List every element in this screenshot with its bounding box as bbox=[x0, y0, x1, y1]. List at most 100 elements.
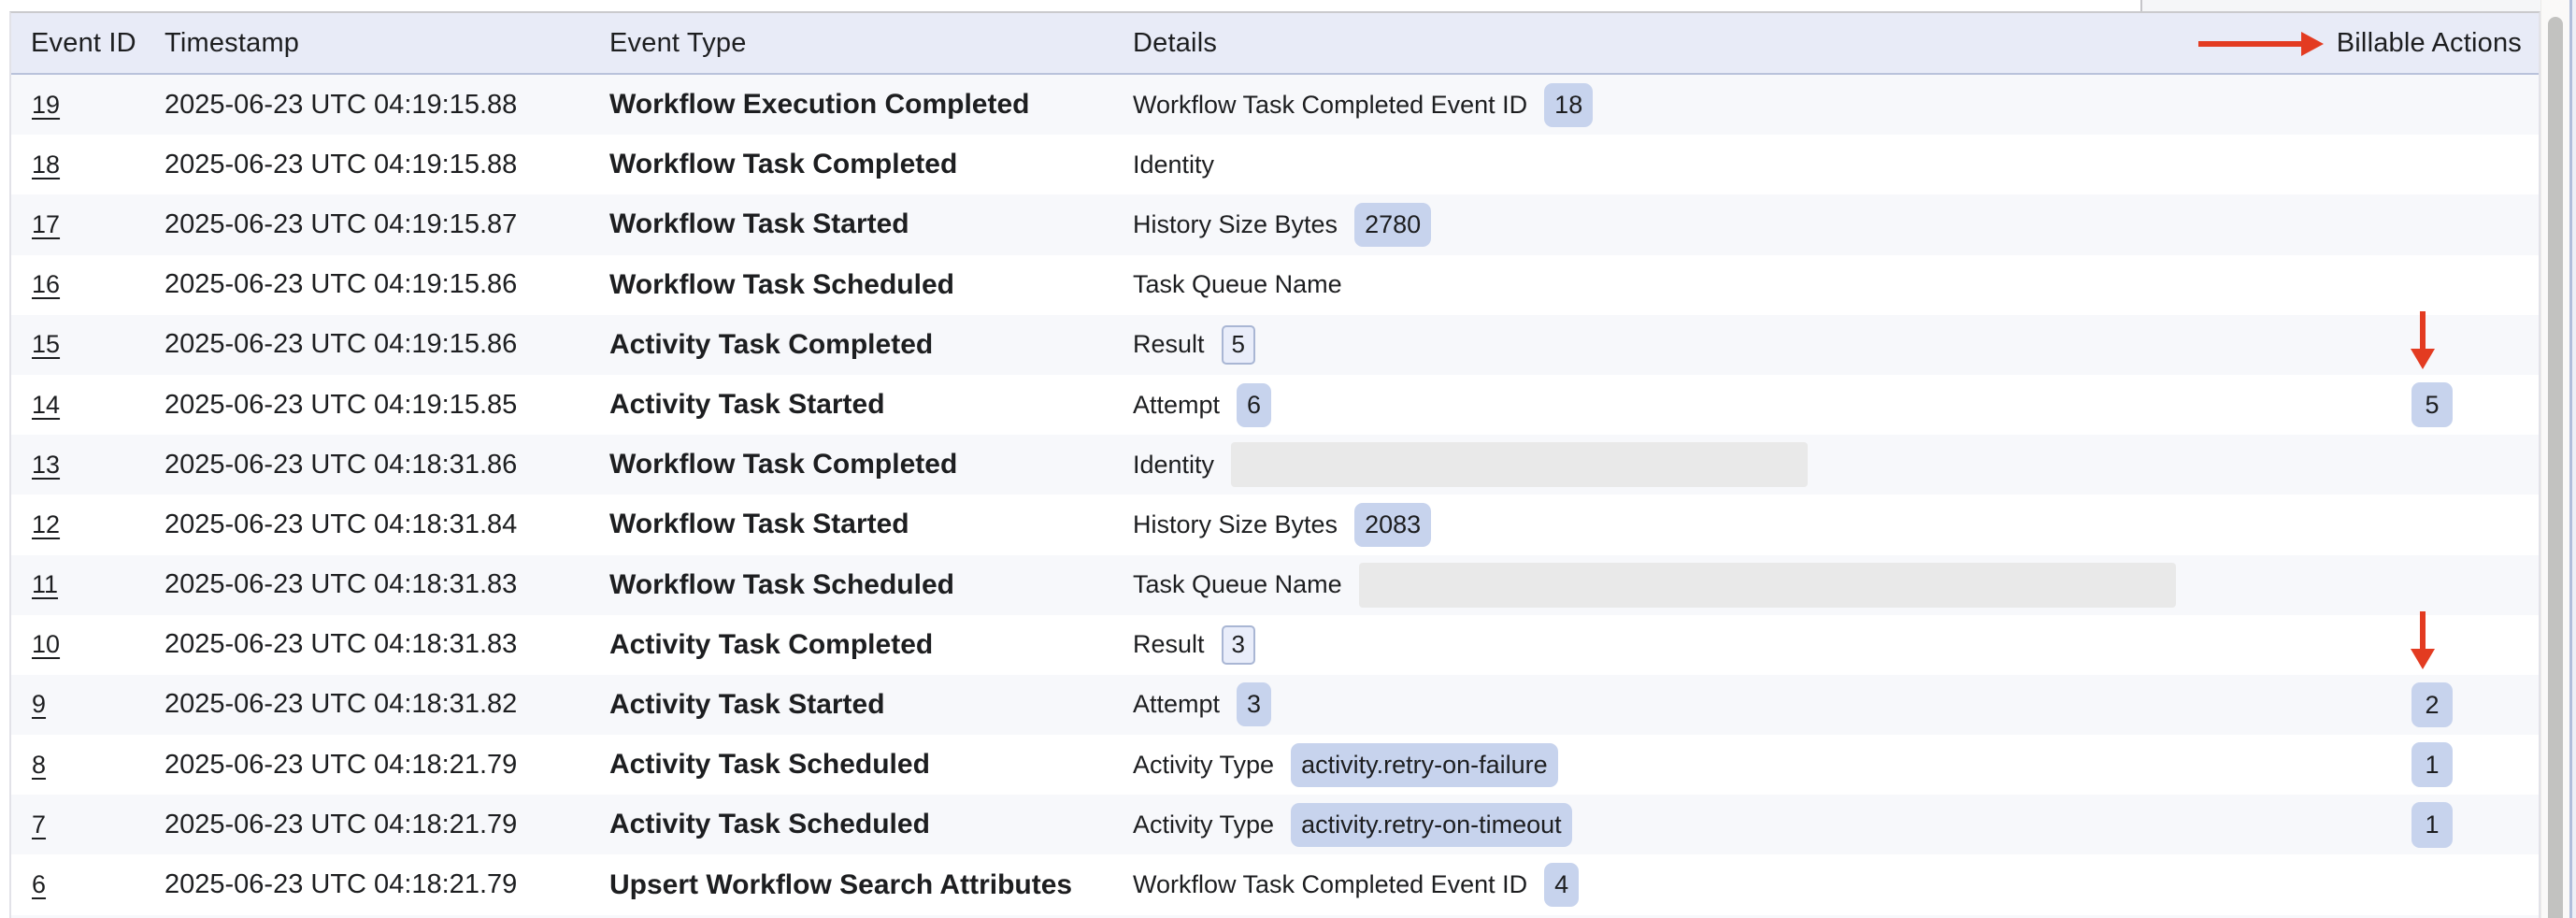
table-row[interactable]: 19 2025-06-23 UTC 04:19:15.88 Workflow E… bbox=[11, 75, 2539, 135]
event-type-cell: Activity Task Scheduled bbox=[609, 795, 930, 854]
vertical-scrollbar-thumb[interactable] bbox=[2548, 17, 2563, 918]
billable-actions-badge: 1 bbox=[2411, 742, 2453, 787]
arrow-shaft bbox=[2198, 41, 2303, 47]
billable-actions-cell bbox=[2357, 615, 2507, 675]
details-cell: Workflow Task Completed Event ID 18 bbox=[1133, 75, 2221, 135]
event-history-screen: Event ID Timestamp Event Type Details Bi… bbox=[0, 0, 2576, 918]
detail-label: Workflow Task Completed Event ID bbox=[1133, 91, 1527, 120]
table-row[interactable]: 15 2025-06-23 UTC 04:19:15.86 Activity T… bbox=[11, 315, 2539, 375]
timestamp-cell: 2025-06-23 UTC 04:18:31.86 bbox=[165, 435, 517, 495]
event-id-link[interactable]: 18 bbox=[32, 151, 60, 179]
detail-value-badge: 2083 bbox=[1354, 503, 1431, 547]
billable-actions-cell: 2 bbox=[2357, 675, 2507, 735]
details-cell: History Size Bytes 2780 bbox=[1133, 194, 2221, 254]
event-type-cell: Upsert Workflow Search Attributes bbox=[609, 854, 1072, 914]
event-id-link[interactable]: 17 bbox=[32, 210, 60, 239]
event-id-link[interactable]: 19 bbox=[32, 91, 60, 120]
detail-label: History Size Bytes bbox=[1133, 210, 1338, 239]
event-id-link[interactable]: 14 bbox=[32, 391, 60, 420]
billable-actions-cell: 1 bbox=[2357, 795, 2507, 854]
event-type-cell: Workflow Task Scheduled bbox=[609, 555, 954, 615]
detail-label: Task Queue Name bbox=[1133, 570, 1342, 599]
event-type-cell: Activity Task Started bbox=[609, 675, 885, 735]
timestamp-cell: 2025-06-23 UTC 04:19:15.87 bbox=[165, 194, 517, 254]
event-id-link[interactable]: 11 bbox=[32, 570, 58, 599]
timestamp-cell: 2025-06-23 UTC 04:18:31.83 bbox=[165, 615, 517, 675]
table-body: 19 2025-06-23 UTC 04:19:15.88 Workflow E… bbox=[11, 75, 2539, 918]
event-id-link[interactable]: 8 bbox=[32, 751, 46, 780]
event-id-cell: 10 bbox=[32, 615, 60, 675]
event-id-cell: 16 bbox=[32, 255, 60, 315]
table-row[interactable]: 11 2025-06-23 UTC 04:18:31.83 Workflow T… bbox=[11, 555, 2539, 615]
event-id-link[interactable]: 7 bbox=[32, 810, 46, 839]
table-row[interactable]: 13 2025-06-23 UTC 04:18:31.86 Workflow T… bbox=[11, 435, 2539, 495]
next-row-sliver bbox=[11, 915, 2539, 918]
event-type-cell: Activity Task Scheduled bbox=[609, 735, 930, 795]
timestamp-cell: 2025-06-23 UTC 04:19:15.86 bbox=[165, 255, 517, 315]
detail-label: History Size Bytes bbox=[1133, 510, 1338, 539]
redacted-value-box bbox=[1231, 442, 1808, 487]
event-type-cell: Workflow Task Completed bbox=[609, 435, 957, 495]
detail-value-badge: 4 bbox=[1544, 863, 1579, 907]
detail-value-badge: activity.retry-on-timeout bbox=[1291, 803, 1572, 847]
detail-label: Result bbox=[1133, 630, 1205, 659]
billable-actions-cell bbox=[2357, 495, 2507, 554]
details-cell: Identity bbox=[1133, 135, 2221, 194]
event-type-cell: Activity Task Started bbox=[609, 375, 885, 435]
details-cell: Task Queue Name bbox=[1133, 255, 2221, 315]
detail-label: Activity Type bbox=[1133, 810, 1274, 839]
timestamp-cell: 2025-06-23 UTC 04:18:31.83 bbox=[165, 555, 517, 615]
billable-actions-cell: 5 bbox=[2357, 375, 2507, 435]
event-history-table: Event ID Timestamp Event Type Details Bi… bbox=[9, 11, 2540, 918]
timestamp-cell: 2025-06-23 UTC 04:19:15.85 bbox=[165, 375, 517, 435]
event-id-link[interactable]: 10 bbox=[32, 630, 60, 659]
annotation-arrow-right-icon bbox=[2198, 32, 2324, 56]
table-row[interactable]: 16 2025-06-23 UTC 04:19:15.86 Workflow T… bbox=[11, 255, 2539, 315]
table-row[interactable]: 7 2025-06-23 UTC 04:18:21.79 Activity Ta… bbox=[11, 795, 2539, 854]
event-type-cell: Workflow Task Started bbox=[609, 495, 909, 554]
detail-value-badge: 3 bbox=[1237, 682, 1271, 726]
detail-label: Workflow Task Completed Event ID bbox=[1133, 870, 1527, 899]
table-row[interactable]: 10 2025-06-23 UTC 04:18:31.83 Activity T… bbox=[11, 615, 2539, 675]
details-cell: History Size Bytes 2083 bbox=[1133, 495, 2221, 554]
event-id-link[interactable]: 13 bbox=[32, 451, 60, 480]
column-header-event-id: Event ID bbox=[31, 13, 136, 73]
details-cell: Attempt 3 bbox=[1133, 675, 2221, 735]
vertical-scrollbar-track[interactable] bbox=[2540, 0, 2569, 918]
event-id-cell: 18 bbox=[32, 135, 60, 194]
event-id-link[interactable]: 9 bbox=[32, 690, 46, 719]
billable-actions-cell bbox=[2357, 194, 2507, 254]
table-row[interactable]: 6 2025-06-23 UTC 04:18:21.79 Upsert Work… bbox=[11, 854, 2539, 914]
billable-actions-cell bbox=[2357, 135, 2507, 194]
timestamp-cell: 2025-06-23 UTC 04:19:15.88 bbox=[165, 135, 517, 194]
event-id-cell: 12 bbox=[32, 495, 60, 554]
detail-label: Attempt bbox=[1133, 690, 1220, 719]
table-row[interactable]: 14 2025-06-23 UTC 04:19:15.85 Activity T… bbox=[11, 375, 2539, 435]
event-type-cell: Activity Task Completed bbox=[609, 615, 933, 675]
detail-value-badge: 5 bbox=[1222, 325, 1255, 365]
detail-label: Identity bbox=[1133, 151, 1214, 179]
detail-value-badge: 2780 bbox=[1354, 203, 1431, 247]
event-type-cell: Workflow Task Scheduled bbox=[609, 255, 954, 315]
event-id-link[interactable]: 16 bbox=[32, 270, 60, 299]
table-row[interactable]: 18 2025-06-23 UTC 04:19:15.88 Workflow T… bbox=[11, 135, 2539, 194]
event-id-cell: 6 bbox=[32, 854, 46, 914]
timestamp-cell: 2025-06-23 UTC 04:18:21.79 bbox=[165, 854, 517, 914]
event-id-link[interactable]: 12 bbox=[32, 510, 60, 539]
timestamp-cell: 2025-06-23 UTC 04:19:15.86 bbox=[165, 315, 517, 375]
table-row[interactable]: 12 2025-06-23 UTC 04:18:31.84 Workflow T… bbox=[11, 495, 2539, 554]
details-cell: Activity Type activity.retry-on-failure bbox=[1133, 735, 2221, 795]
billable-actions-cell: 1 bbox=[2357, 735, 2507, 795]
table-row[interactable]: 8 2025-06-23 UTC 04:18:21.79 Activity Ta… bbox=[11, 735, 2539, 795]
table-row[interactable]: 17 2025-06-23 UTC 04:19:15.87 Workflow T… bbox=[11, 194, 2539, 254]
billable-actions-cell bbox=[2357, 315, 2507, 375]
timestamp-cell: 2025-06-23 UTC 04:18:21.79 bbox=[165, 735, 517, 795]
details-cell: Result 3 bbox=[1133, 615, 2221, 675]
event-id-link[interactable]: 15 bbox=[32, 330, 60, 359]
event-id-cell: 17 bbox=[32, 194, 60, 254]
event-id-cell: 11 bbox=[32, 555, 58, 615]
billable-actions-badge: 1 bbox=[2411, 802, 2453, 847]
table-row[interactable]: 9 2025-06-23 UTC 04:18:31.82 Activity Ta… bbox=[11, 675, 2539, 735]
detail-value-badge: activity.retry-on-failure bbox=[1291, 743, 1558, 787]
event-id-link[interactable]: 6 bbox=[32, 870, 46, 899]
